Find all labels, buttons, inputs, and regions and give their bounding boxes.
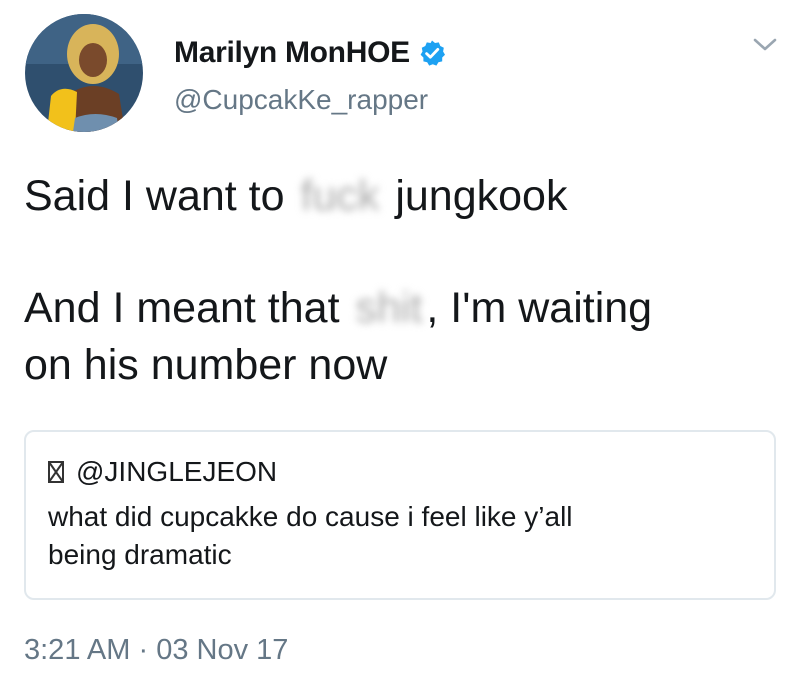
quoted-tweet-line: being dramatic bbox=[48, 539, 232, 570]
author-handle[interactable]: @CupcakKe_rapper bbox=[174, 84, 428, 116]
tweet-text-segment: jungkook bbox=[383, 172, 568, 220]
chevron-down-icon[interactable] bbox=[752, 36, 778, 54]
tweet-text-segment: Said I want to bbox=[24, 172, 297, 220]
quoted-tweet-author: @JINGLEJEON bbox=[48, 456, 277, 488]
avatar-image bbox=[25, 14, 143, 132]
verified-badge-icon bbox=[418, 39, 446, 67]
tweet-text: Said I want to fuck jungkook And I meant… bbox=[24, 168, 784, 394]
censored-word: shit bbox=[355, 284, 423, 332]
timestamp-separator: · bbox=[130, 634, 157, 666]
tweet-text-segment: , I'm waiting bbox=[426, 284, 653, 332]
tweet-line-2: And I meant that shit, I'm waiting bbox=[24, 280, 784, 337]
tweet-text-segment: And I meant that bbox=[24, 284, 352, 332]
tweet-line-3: on his number now bbox=[24, 341, 388, 389]
quoted-tweet-handle: @JINGLEJEON bbox=[76, 456, 278, 487]
tweet-time: 3:21 AM bbox=[24, 634, 131, 666]
tweet-line-1: Said I want to fuck jungkook bbox=[24, 168, 784, 225]
censored-word: fuck bbox=[300, 172, 380, 220]
quoted-tweet-text: what did cupcakke do cause i feel like y… bbox=[48, 498, 748, 574]
author-name-row[interactable]: Marilyn MonHOE bbox=[174, 33, 446, 73]
tweet-timestamp[interactable]: 3:21 AM · 03 Nov 17 bbox=[24, 634, 288, 667]
avatar[interactable] bbox=[25, 14, 143, 132]
author-display-name[interactable]: Marilyn MonHOE bbox=[174, 36, 410, 70]
tweet-date: 03 Nov 17 bbox=[156, 634, 289, 666]
quoted-tweet-line: what did cupcakke do cause i feel like y… bbox=[48, 501, 573, 532]
quoted-tweet-card[interactable]: @JINGLEJEON what did cupcakke do cause i… bbox=[24, 430, 776, 600]
missing-glyph-icon bbox=[48, 461, 64, 483]
